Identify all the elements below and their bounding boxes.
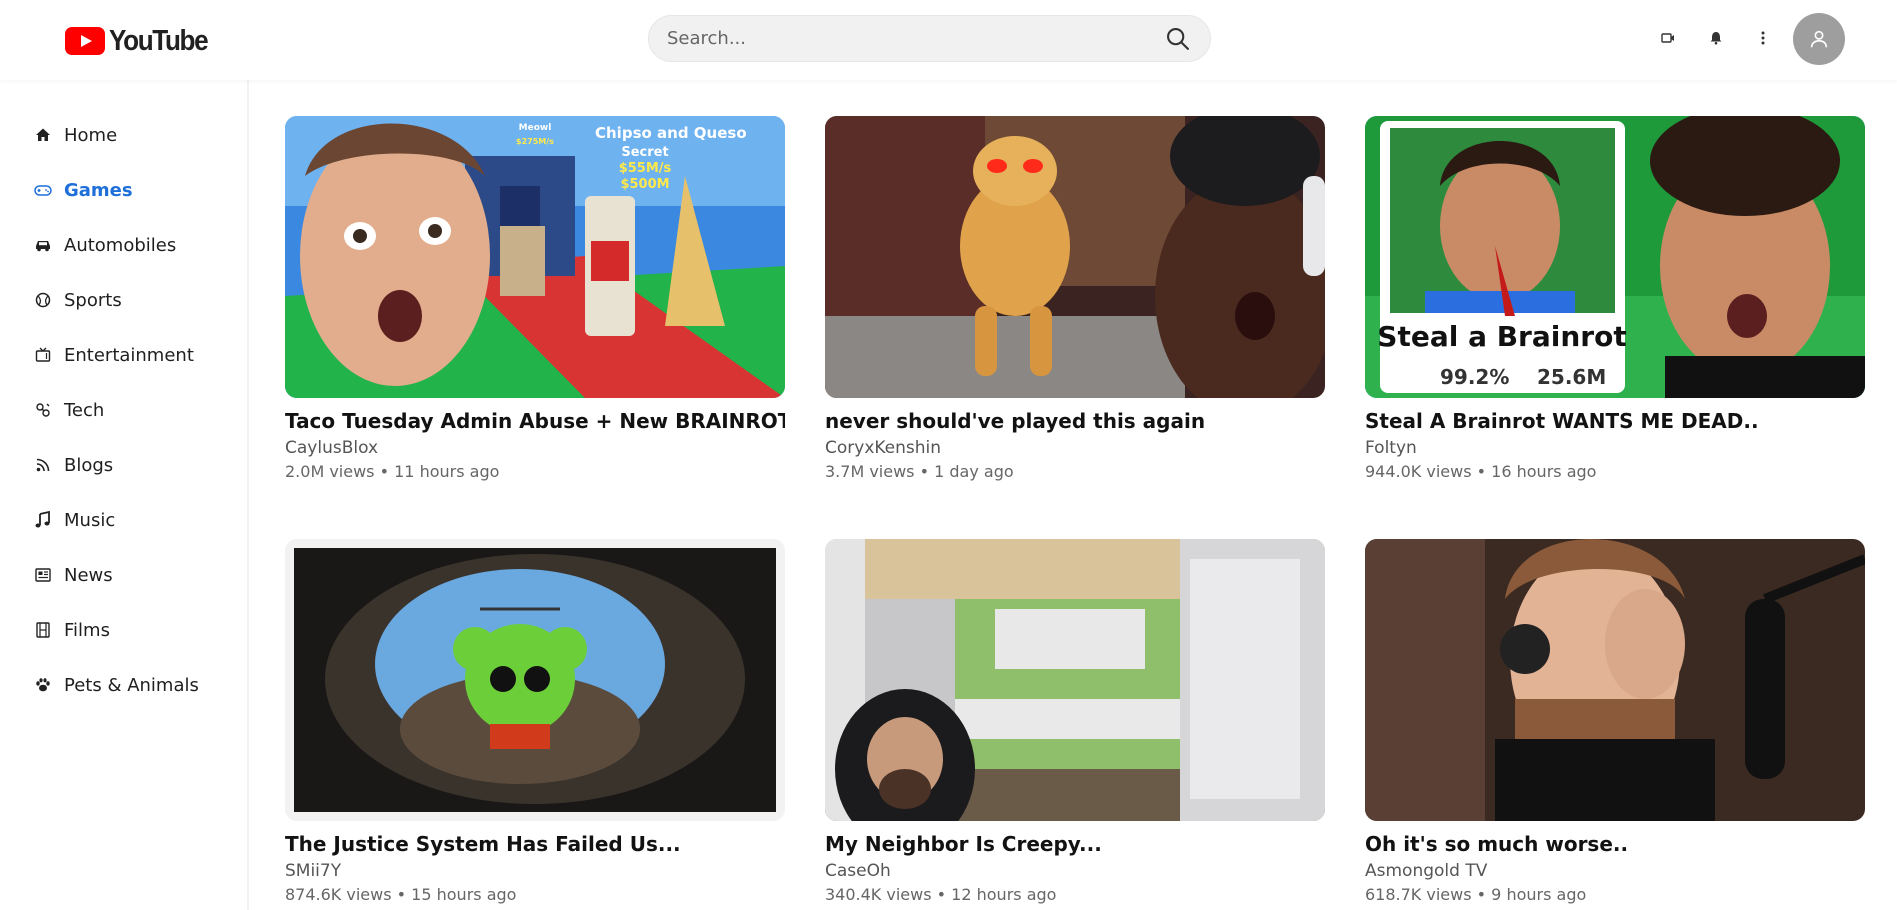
film-icon bbox=[34, 621, 52, 639]
tech-icon bbox=[34, 401, 52, 419]
video-meta: 340.4K views • 12 hours ago bbox=[825, 885, 1057, 904]
sidebar-item-label: Pets & Animals bbox=[64, 674, 199, 696]
sidebar-item-label: Blogs bbox=[64, 454, 114, 476]
news-icon bbox=[34, 566, 52, 584]
music-icon bbox=[34, 511, 52, 529]
thumb-text-2: 99.2% bbox=[1440, 365, 1509, 389]
video-meta: 944.0K views • 16 hours ago bbox=[1365, 462, 1597, 481]
thumb-text-6: $275M/s bbox=[516, 137, 554, 146]
video-title[interactable]: never should've played this again bbox=[825, 409, 1325, 433]
thumb-text-3: $55M/s bbox=[619, 161, 672, 176]
more-options-button[interactable] bbox=[1753, 28, 1773, 48]
video-thumbnail[interactable]: Chipso and Queso Secret $55M/s $500M Meo… bbox=[285, 116, 785, 398]
ball-icon bbox=[34, 291, 52, 309]
video-title[interactable]: Taco Tuesday Admin Abuse + New BRAINROTS… bbox=[285, 409, 785, 433]
thumb-text-4: $500M bbox=[620, 177, 669, 192]
video-thumbnail[interactable] bbox=[825, 539, 1325, 821]
video-meta: 2.0M views • 11 hours ago bbox=[285, 462, 500, 481]
paw-icon bbox=[34, 676, 52, 694]
video-title[interactable]: Steal A Brainrot WANTS ME DEAD.. bbox=[1365, 409, 1865, 433]
sidebar-item-entertainment[interactable]: Entertainment bbox=[34, 340, 194, 370]
create-icon bbox=[1661, 33, 1674, 43]
sidebar-item-label: Games bbox=[64, 179, 133, 201]
video-meta: 618.7K views • 9 hours ago bbox=[1365, 885, 1587, 904]
tv-icon bbox=[34, 346, 52, 364]
sidebar-item-label: Tech bbox=[64, 399, 105, 421]
logo-text: YouTube bbox=[109, 24, 209, 57]
thumb-text-1: Chipso and Queso bbox=[595, 124, 747, 142]
video-title[interactable]: My Neighbor Is Creepy... bbox=[825, 832, 1325, 856]
notifications-button[interactable] bbox=[1706, 28, 1726, 48]
video-title[interactable]: Oh it's so much worse.. bbox=[1365, 832, 1865, 856]
thumb-text-1: Steal a Brainrot bbox=[1377, 320, 1626, 353]
thumb-text-5: Meowl bbox=[519, 123, 552, 133]
search-button[interactable] bbox=[1164, 25, 1192, 53]
video-thumbnail[interactable]: Steal a Brainrot 99.2% 25.6M bbox=[1365, 116, 1865, 398]
channel-name[interactable]: CaylusBlox bbox=[285, 438, 378, 458]
channel-name[interactable]: CoryxKenshin bbox=[825, 438, 941, 458]
car-icon bbox=[34, 236, 52, 254]
search-input[interactable] bbox=[667, 16, 1137, 61]
sidebar-item-label: Home bbox=[64, 124, 118, 146]
create-video-button[interactable] bbox=[1658, 28, 1678, 48]
youtube-play-icon bbox=[65, 27, 105, 55]
channel-name[interactable]: Foltyn bbox=[1365, 438, 1417, 458]
thumb-text-2: Secret bbox=[621, 145, 668, 160]
notifications-icon bbox=[1710, 32, 1722, 45]
channel-name[interactable]: Asmongold TV bbox=[1365, 861, 1487, 881]
sidebar-item-blogs[interactable]: Blogs bbox=[34, 450, 113, 480]
sidebar-item-label: Sports bbox=[64, 289, 122, 311]
video-thumbnail[interactable] bbox=[1365, 539, 1865, 821]
home-icon bbox=[34, 126, 52, 144]
sidebar-item-games[interactable]: Games bbox=[34, 175, 133, 205]
sidebar-item-sports[interactable]: Sports bbox=[34, 285, 122, 315]
top-header: YouTube bbox=[0, 0, 1897, 80]
video-thumbnail[interactable] bbox=[285, 539, 785, 821]
rss-icon bbox=[34, 456, 52, 474]
channel-name[interactable]: SMii7Y bbox=[285, 861, 341, 881]
gamepad-icon bbox=[34, 181, 52, 199]
sidebar-item-label: Music bbox=[64, 509, 116, 531]
sidebar-item-films[interactable]: Films bbox=[34, 615, 110, 645]
sidebar-item-news[interactable]: News bbox=[34, 560, 113, 590]
youtube-logo[interactable]: YouTube bbox=[65, 25, 218, 57]
video-meta: 3.7M views • 1 day ago bbox=[825, 462, 1014, 481]
sidebar-item-label: Films bbox=[64, 619, 110, 641]
search-icon bbox=[1167, 28, 1189, 50]
video-title[interactable]: The Justice System Has Failed Us... bbox=[285, 832, 785, 856]
thumb-text-3: 25.6M bbox=[1537, 365, 1606, 389]
person-icon bbox=[1810, 30, 1828, 48]
video-thumbnail[interactable] bbox=[825, 116, 1325, 398]
sidebar-item-pets-animals[interactable]: Pets & Animals bbox=[34, 670, 199, 700]
sidebar-item-automobiles[interactable]: Automobiles bbox=[34, 230, 176, 260]
sidebar-item-home[interactable]: Home bbox=[34, 120, 117, 150]
sidebar-item-label: Automobiles bbox=[64, 234, 177, 256]
sidebar-item-music[interactable]: Music bbox=[34, 505, 115, 535]
sidebar: Home Games Automobiles Sports Entertainm… bbox=[0, 80, 249, 910]
sidebar-item-tech[interactable]: Tech bbox=[34, 395, 104, 425]
search-bar bbox=[648, 15, 1211, 62]
sidebar-item-label: Entertainment bbox=[64, 344, 194, 366]
more-vert-icon bbox=[1761, 31, 1765, 45]
user-avatar[interactable] bbox=[1793, 13, 1845, 65]
video-meta: 874.6K views • 15 hours ago bbox=[285, 885, 517, 904]
channel-name[interactable]: CaseOh bbox=[825, 861, 891, 881]
sidebar-item-label: News bbox=[64, 564, 113, 586]
